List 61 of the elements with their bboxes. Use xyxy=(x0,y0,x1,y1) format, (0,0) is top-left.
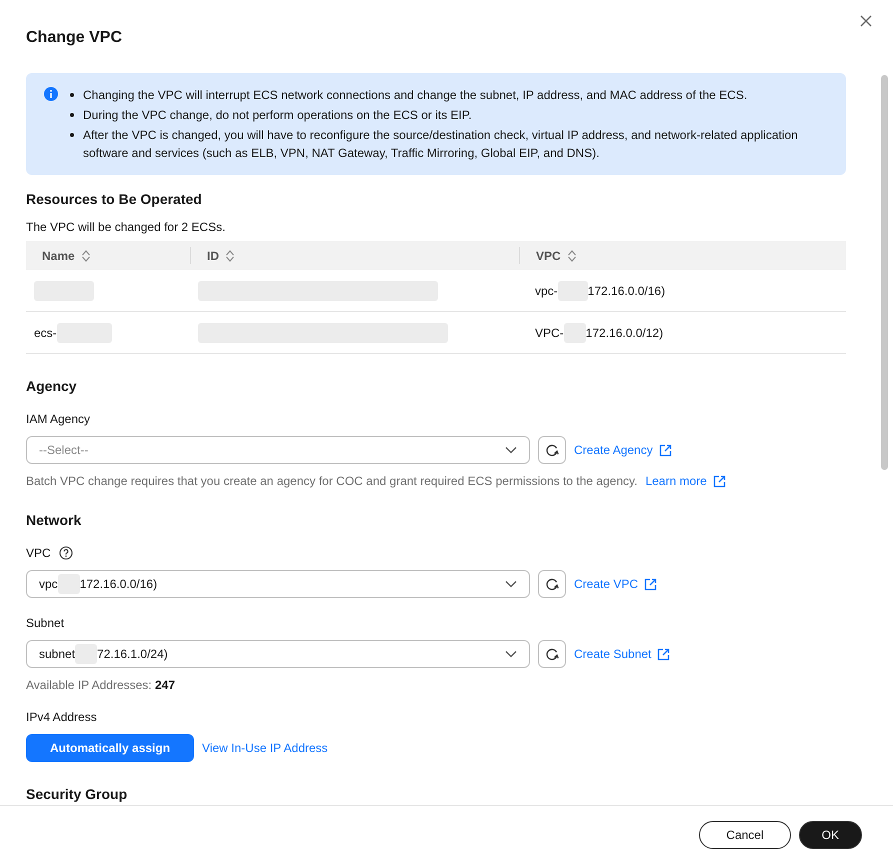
external-link-icon xyxy=(658,444,672,456)
link[interactable]: Create VPC xyxy=(574,577,638,591)
dialog-title: Change VPC xyxy=(26,28,124,48)
refresh-button[interactable] xyxy=(538,436,566,464)
chevron-down-icon xyxy=(505,650,517,658)
refresh-button[interactable] xyxy=(538,570,566,598)
field-label: IPv4 Address xyxy=(26,710,97,724)
refresh-icon xyxy=(545,443,559,457)
table-cell: 172.16.0.0/12) xyxy=(586,326,664,340)
table-cell: 172.16.0.0/16) xyxy=(588,284,666,298)
field-value: 172.16.0.0/16) xyxy=(80,577,158,591)
field-label: VPC xyxy=(26,546,51,560)
notice-text: During the VPC change, do not perform operations on the ECS or its EIP. xyxy=(83,107,472,124)
select-field[interactable]: subnet 72.16.1.0/24) xyxy=(26,640,530,668)
help-icon[interactable] xyxy=(58,546,73,560)
section-heading: Resources to Be Operated xyxy=(26,191,203,207)
assign-button[interactable]: Automatically assign xyxy=(26,734,194,762)
bullet-icon xyxy=(70,133,74,137)
field-value: vpc xyxy=(39,577,58,591)
link[interactable]: View In-Use IP Address xyxy=(202,741,328,755)
available-ip-text: Available IP Addresses: 247 xyxy=(26,678,176,692)
select-field[interactable]: --Select-- xyxy=(26,436,530,464)
chevron-down-icon xyxy=(505,580,517,588)
section-heading: Network xyxy=(26,512,82,528)
external-link-icon xyxy=(644,578,658,590)
sort-icon[interactable] xyxy=(80,248,91,262)
info-icon xyxy=(44,87,58,101)
summary-text: The VPC will be changed for 2 ECSs. xyxy=(26,220,226,234)
table-cell: VPC- xyxy=(535,326,564,340)
sort-icon[interactable] xyxy=(566,248,577,262)
ok-button[interactable]: OK xyxy=(798,821,862,849)
bullet-icon xyxy=(70,93,74,97)
sort-icon[interactable] xyxy=(225,248,235,262)
field-value: 72.16.1.0/24) xyxy=(97,647,168,661)
refresh-icon xyxy=(545,577,559,591)
select-field[interactable]: vpc 172.16.0.0/16) xyxy=(26,570,530,598)
hint-text: Batch VPC change requires that you create an agency for COC and grant required ECS permissions to the agency. xyxy=(26,474,638,488)
notice-text: After the VPC is changed, you will have to reconfigure the source/destination check, virtual IP address, and network-related application software and services (such as ELB, VPN, NAT Gateway, Traffic Mirroring, Global EIP, and DNS). xyxy=(83,127,799,162)
field-label: IAM Agency xyxy=(26,412,90,426)
bullet-icon xyxy=(70,113,74,117)
learn-more-link[interactable]: Learn more xyxy=(645,474,707,488)
field-value: subnet xyxy=(39,647,76,661)
column-header: Name xyxy=(42,248,75,262)
link[interactable]: Create Agency xyxy=(574,443,653,457)
refresh-button[interactable] xyxy=(538,640,566,668)
external-link-icon xyxy=(712,474,726,488)
table-cell: vpc- xyxy=(535,284,558,298)
link[interactable]: Create Subnet xyxy=(574,647,652,661)
close-icon[interactable] xyxy=(860,15,872,27)
chevron-down-icon xyxy=(505,446,517,454)
section-heading: Agency xyxy=(26,378,78,394)
scrollbar[interactable] xyxy=(881,75,888,470)
external-link-icon xyxy=(657,648,670,660)
table-cell: ecs- xyxy=(34,326,57,340)
column-header: ID xyxy=(207,248,219,262)
field-label: Subnet xyxy=(26,616,64,630)
refresh-icon xyxy=(545,647,559,661)
section-heading: Security Group xyxy=(26,786,128,802)
column-header: VPC xyxy=(536,248,561,262)
cancel-button[interactable]: Cancel xyxy=(699,821,791,849)
notice-text: Changing the VPC will interrupt ECS network connections and change the subnet, IP address, and MAC address of the ECS. xyxy=(83,87,748,104)
